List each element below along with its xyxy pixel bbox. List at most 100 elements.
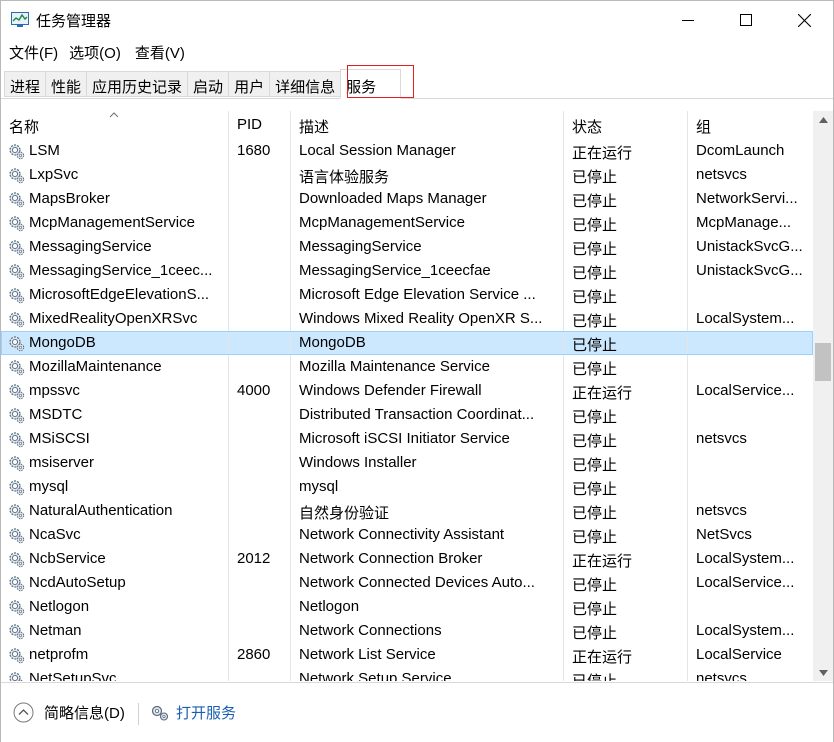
service-description: Downloaded Maps Manager — [299, 190, 487, 207]
service-status: 已停止 — [572, 241, 618, 258]
service-status-cell: 已停止 — [564, 355, 688, 379]
service-row[interactable]: mysql mysql 已停止 — [1, 475, 813, 499]
minimize-button[interactable] — [659, 1, 717, 39]
service-status: 已停止 — [572, 670, 687, 681]
service-row[interactable]: netprofm 2860 Network List Service 正在运行 Loca… — [1, 643, 813, 667]
service-group-cell: NetSvcs — [688, 523, 813, 547]
title-bar[interactable]: 任务管理器 — [1, 1, 833, 39]
service-name-cell: MSDTC — [1, 403, 229, 427]
service-group-cell — [688, 355, 813, 379]
service-name-cell: MapsBroker — [1, 187, 229, 211]
service-description-cell: Windows Installer — [291, 451, 564, 475]
tab-details[interactable]: 详细信息 — [269, 71, 341, 97]
service-name-cell: Netman — [1, 619, 229, 643]
close-button[interactable] — [775, 1, 833, 39]
service-group-cell: McpManage... — [688, 211, 813, 235]
service-group: LocalService — [696, 646, 782, 663]
service-pid-cell — [229, 427, 291, 451]
service-status-cell: 已停止 — [564, 475, 688, 499]
service-group: DcomLaunch — [696, 142, 785, 159]
service-row[interactable]: NaturalAuthentication 自然身份验证 已停止 netsvcs — [1, 499, 813, 523]
service-row[interactable]: MicrosoftEdgeElevationS... Microsoft Edge… — [1, 283, 813, 307]
service-group-cell: netsvcs — [688, 427, 813, 451]
service-row[interactable]: MessagingService_1ceec... MessagingServic… — [1, 259, 813, 283]
service-row[interactable]: MessagingService MessagingService 已停止 Unist… — [1, 235, 813, 259]
service-group: LocalService... — [696, 382, 795, 399]
service-group: LocalSystem... — [696, 550, 795, 567]
service-row[interactable]: NcaSvc Network Connectivity Assistant 已停止 N… — [1, 523, 813, 547]
service-description-cell: Network List Service — [291, 643, 564, 667]
service-description-cell: Network Connected Devices Auto... — [291, 571, 564, 595]
gear-service-icon — [9, 384, 25, 400]
scroll-down-button[interactable] — [813, 664, 833, 681]
service-description: Network Connection Broker — [299, 550, 483, 567]
service-row[interactable]: MSiSCSI Microsoft iSCSI Initiator Service… — [1, 427, 813, 451]
column-header-name[interactable]: 名称 — [1, 111, 229, 139]
service-description-cell: mysql — [291, 475, 564, 499]
service-status: 正在运行 — [572, 385, 633, 402]
service-row[interactable]: MongoDB MongoDB 已停止 — [1, 331, 813, 355]
column-header-group[interactable]: 组 — [688, 111, 813, 139]
gear-service-icon — [9, 168, 25, 184]
service-row[interactable]: NcbService 2012 Network Connection Broker 正… — [1, 547, 813, 571]
service-pid-cell — [229, 667, 291, 681]
service-row[interactable]: msiserver Windows Installer 已停止 — [1, 451, 813, 475]
tab-performance[interactable]: 性能 — [45, 71, 87, 97]
column-header-pid[interactable]: PID — [229, 111, 291, 139]
service-row[interactable]: mpssvc 4000 Windows Defender Firewall 正在运行 L… — [1, 379, 813, 403]
service-row[interactable]: MixedRealityOpenXRSvc Windows Mixed Reali… — [1, 307, 813, 331]
service-description: Microsoft Edge Elevation Service ... — [299, 286, 536, 303]
menu-file[interactable]: 文件(F) — [1, 39, 66, 65]
gear-service-icon — [9, 360, 25, 376]
fewer-details-button[interactable]: 简略信息(D) — [13, 702, 125, 723]
service-name: MixedRealityOpenXRSvc — [29, 310, 198, 327]
service-group: netsvcs — [696, 430, 747, 447]
service-group: McpManage... — [696, 214, 792, 231]
service-description-cell: MongoDB — [291, 331, 564, 355]
service-pid-cell — [229, 475, 291, 499]
service-group-cell — [688, 403, 813, 427]
tab-users[interactable]: 用户 — [228, 71, 270, 97]
vertical-scrollbar[interactable] — [813, 111, 833, 681]
service-row[interactable]: MSDTC Distributed Transaction Coordinat..… — [1, 403, 813, 427]
scroll-thumb[interactable] — [815, 343, 831, 381]
service-row[interactable]: Netlogon Netlogon 已停止 — [1, 595, 813, 619]
service-name-cell: MessagingService_1ceec... — [1, 259, 229, 283]
service-row[interactable]: McpManagementService McpManagementService… — [1, 211, 813, 235]
service-group-cell: LocalService... — [688, 571, 813, 595]
column-header-description[interactable]: 描述 — [291, 111, 564, 139]
maximize-button[interactable] — [717, 1, 775, 39]
service-name-cell: NcaSvc — [1, 523, 229, 547]
column-header-status[interactable]: 状态 — [564, 111, 688, 139]
service-row[interactable]: MozillaMaintenance Mozilla Maintenance Se… — [1, 355, 813, 379]
service-status: 已停止 — [572, 577, 618, 594]
menu-options[interactable]: 选项(O) — [66, 39, 129, 65]
menu-view[interactable]: 查看(V) — [129, 39, 193, 65]
service-description-cell: Windows Mixed Reality OpenXR S... — [291, 307, 564, 331]
service-row[interactable]: LSM 1680 Local Session Manager 正在运行 DcomLaun… — [1, 139, 813, 163]
tab-processes[interactable]: 进程 — [4, 71, 46, 97]
service-group-cell — [688, 475, 813, 499]
service-group-cell: DcomLaunch — [688, 139, 813, 163]
service-name: NetSetupSvc — [29, 670, 117, 681]
service-name: NcaSvc — [29, 526, 81, 543]
scroll-up-button[interactable] — [813, 111, 833, 128]
open-services-link[interactable]: 打开服务 — [150, 702, 236, 723]
gear-service-icon — [9, 480, 25, 496]
service-status-cell: 已停止 — [564, 427, 688, 451]
service-group-cell: LocalSystem... — [688, 307, 813, 331]
tab-startup[interactable]: 启动 — [187, 71, 229, 97]
service-row[interactable]: MapsBroker Downloaded Maps Manager 已停止 Netw… — [1, 187, 813, 211]
service-name: MSiSCSI — [29, 430, 90, 447]
service-row[interactable]: LxpSvc 语言体验服务 已停止 netsvcs — [1, 163, 813, 187]
service-description: Network Setup Service — [299, 670, 452, 681]
tab-app-history[interactable]: 应用历史记录 — [86, 71, 188, 97]
service-name-cell: LxpSvc — [1, 163, 229, 187]
service-row[interactable]: NcdAutoSetup Network Connected Devices Au… — [1, 571, 813, 595]
service-description: MessagingService — [299, 238, 422, 255]
service-pid-cell — [229, 331, 291, 355]
service-row[interactable]: Netman Network Connections 已停止 LocalSystem.… — [1, 619, 813, 643]
service-row[interactable]: NetSetupSvc Network Setup Service 已停止 netsv… — [1, 667, 813, 681]
service-description: Windows Defender Firewall — [299, 382, 482, 399]
tab-services[interactable]: 服务 — [340, 69, 402, 99]
